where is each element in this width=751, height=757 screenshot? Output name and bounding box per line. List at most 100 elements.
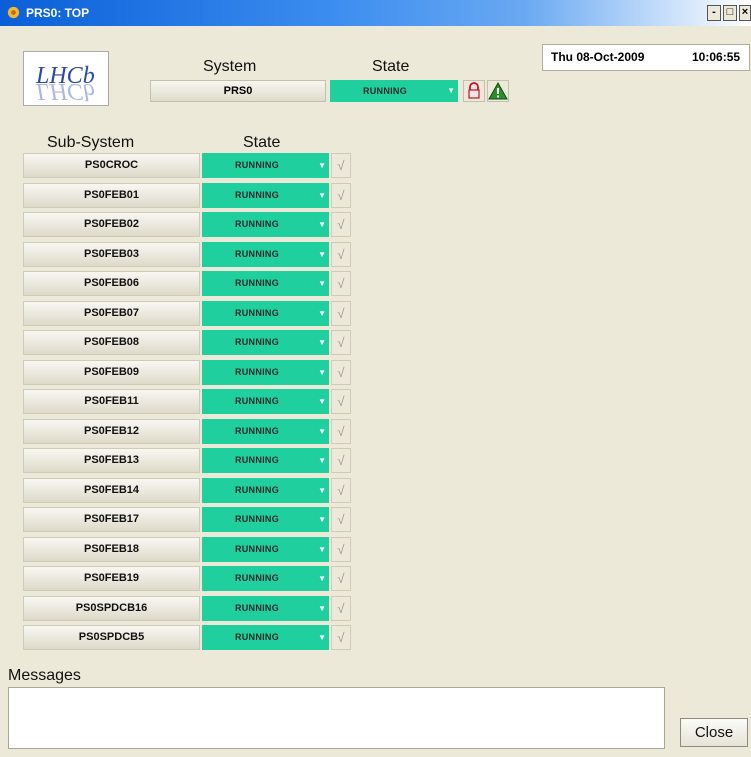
check-icon[interactable]: √ <box>331 566 351 591</box>
chevron-down-icon: ▼ <box>318 456 326 465</box>
subsystem-state-value: RUNNING <box>234 307 280 318</box>
subsystem-name-button[interactable]: PS0FEB07 <box>23 300 200 326</box>
subsystem-state-value: RUNNING <box>234 455 280 465</box>
check-icon[interactable]: √ <box>331 300 351 326</box>
check-icon[interactable]: √ <box>331 507 351 532</box>
subsystem-state-value: RUNNING <box>234 632 280 642</box>
subsystem-state-value: RUNNING <box>234 484 280 495</box>
subsystem-state-dropdown[interactable]: RUNNING ▼ <box>202 359 329 385</box>
subsystem-name-button[interactable]: PS0FEB18 <box>23 536 200 562</box>
check-icon[interactable]: √ <box>331 182 351 208</box>
subsystem-state-dropdown[interactable]: RUNNING ▼ <box>202 566 329 591</box>
subsystem-state-dropdown[interactable]: RUNNING ▼ <box>202 595 329 621</box>
chevron-down-icon: ▼ <box>318 161 326 170</box>
chevron-down-icon: ▼ <box>318 574 326 583</box>
check-icon[interactable]: √ <box>331 389 351 414</box>
time-text: 10:06:55 <box>692 50 741 64</box>
check-icon[interactable]: √ <box>331 477 351 503</box>
chevron-down-icon: ▼ <box>318 515 326 524</box>
subsystem-state-value: RUNNING <box>234 425 280 436</box>
chevron-down-icon: ▼ <box>318 485 326 495</box>
check-icon[interactable]: √ <box>331 536 351 562</box>
subsystem-name-button[interactable]: PS0FEB14 <box>23 477 200 503</box>
system-state-header: State <box>372 58 410 75</box>
subsystem-state-dropdown[interactable]: RUNNING ▼ <box>202 241 329 267</box>
subsystem-name-button[interactable]: PS0FEB13 <box>23 448 200 473</box>
lock-button[interactable] <box>463 80 485 102</box>
subsystem-state-dropdown[interactable]: RUNNING ▼ <box>202 418 329 444</box>
subsystem-state-dropdown[interactable]: RUNNING ▼ <box>202 507 329 532</box>
logo-reflection: LHCb <box>35 78 95 104</box>
subsystem-state-value: RUNNING <box>234 248 280 259</box>
subsystem-name-button[interactable]: PS0CROC <box>23 153 200 178</box>
chevron-down-icon: ▼ <box>318 367 326 377</box>
check-icon[interactable]: √ <box>331 212 351 237</box>
messages-box[interactable] <box>8 687 665 749</box>
subsystem-state-dropdown[interactable]: RUNNING ▼ <box>202 271 329 296</box>
check-icon[interactable]: √ <box>331 271 351 296</box>
chevron-down-icon: ▼ <box>318 338 326 347</box>
chevron-down-icon: ▼ <box>318 220 326 229</box>
system-state-value: RUNNING <box>362 86 408 96</box>
subsystem-name-button[interactable]: PS0FEB11 <box>23 389 200 414</box>
subsystem-name-button[interactable]: PS0FEB06 <box>23 271 200 296</box>
subsystem-state-dropdown[interactable]: RUNNING ▼ <box>202 330 329 355</box>
gear-icon <box>7 6 20 19</box>
system-prs0-button[interactable]: PRS0 <box>150 80 326 102</box>
warning-icon <box>488 81 508 100</box>
chevron-down-icon: ▼ <box>318 426 326 436</box>
subsystem-state-dropdown[interactable]: RUNNING ▼ <box>202 389 329 414</box>
check-icon[interactable]: √ <box>331 241 351 267</box>
clock-display: Thu 08-Oct-2009 10:06:55 <box>542 44 750 71</box>
subsystem-state-value: RUNNING <box>234 366 280 377</box>
chevron-down-icon: ▼ <box>318 603 326 613</box>
minimize-button[interactable]: - <box>707 5 721 21</box>
chevron-down-icon: ▼ <box>318 633 326 642</box>
check-icon[interactable]: √ <box>331 595 351 621</box>
subsystem-name-button[interactable]: PS0FEB02 <box>23 212 200 237</box>
close-window-button[interactable]: × <box>739 5 751 21</box>
subsystem-name-button[interactable]: PS0FEB08 <box>23 330 200 355</box>
chevron-down-icon: ▼ <box>447 86 455 95</box>
subsystem-state-value: RUNNING <box>234 189 280 200</box>
subsystem-name-button[interactable]: PS0FEB09 <box>23 359 200 385</box>
subsystem-name-button[interactable]: PS0FEB17 <box>23 507 200 532</box>
chevron-down-icon: ▼ <box>318 397 326 406</box>
subsystem-name-button[interactable]: PS0FEB03 <box>23 241 200 267</box>
subsystem-name-button[interactable]: PS0FEB12 <box>23 418 200 444</box>
subsystem-state-value: RUNNING <box>234 573 280 583</box>
system-state-dropdown[interactable]: RUNNING ▼ <box>330 80 458 102</box>
check-icon[interactable]: √ <box>331 448 351 473</box>
subsystem-state-dropdown[interactable]: RUNNING ▼ <box>202 153 329 178</box>
check-icon[interactable]: √ <box>331 359 351 385</box>
chevron-down-icon: ▼ <box>318 308 326 318</box>
subsystem-state-value: RUNNING <box>234 602 280 613</box>
subsystem-name-button[interactable]: PS0SPDCB16 <box>23 595 200 621</box>
subsystem-name-button[interactable]: PS0FEB01 <box>23 182 200 208</box>
subsystem-state-dropdown[interactable]: RUNNING ▼ <box>202 182 329 208</box>
check-icon[interactable]: √ <box>331 330 351 355</box>
check-icon[interactable]: √ <box>331 625 351 650</box>
lhcb-logo: LHCb LHCb <box>23 51 109 106</box>
date-text: Thu 08-Oct-2009 <box>551 50 645 64</box>
check-icon[interactable]: √ <box>331 418 351 444</box>
subsystem-name-button[interactable]: PS0SPDCB5 <box>23 625 200 650</box>
close-button[interactable]: Close <box>680 718 748 747</box>
maximize-button[interactable]: □ <box>723 5 737 21</box>
check-icon[interactable]: √ <box>331 153 351 178</box>
window-title: PRS0: TOP <box>26 6 90 20</box>
subsystem-name-button[interactable]: PS0FEB19 <box>23 566 200 591</box>
warning-button[interactable] <box>487 80 509 102</box>
subsystem-state-dropdown[interactable]: RUNNING ▼ <box>202 625 329 650</box>
subsystem-state-dropdown[interactable]: RUNNING ▼ <box>202 448 329 473</box>
subsystem-state-dropdown[interactable]: RUNNING ▼ <box>202 300 329 326</box>
subsystem-state-value: RUNNING <box>234 396 280 406</box>
subsystem-state-dropdown[interactable]: RUNNING ▼ <box>202 477 329 503</box>
subsystem-state-dropdown[interactable]: RUNNING ▼ <box>202 536 329 562</box>
subsystem-state-value: RUNNING <box>234 219 280 229</box>
title-bar: PRS0: TOP - □ × <box>0 0 751 26</box>
subsystem-state-value: RUNNING <box>234 160 280 170</box>
subsystem-state-header: State <box>243 134 281 151</box>
system-header: System <box>203 58 257 75</box>
subsystem-state-dropdown[interactable]: RUNNING ▼ <box>202 212 329 237</box>
